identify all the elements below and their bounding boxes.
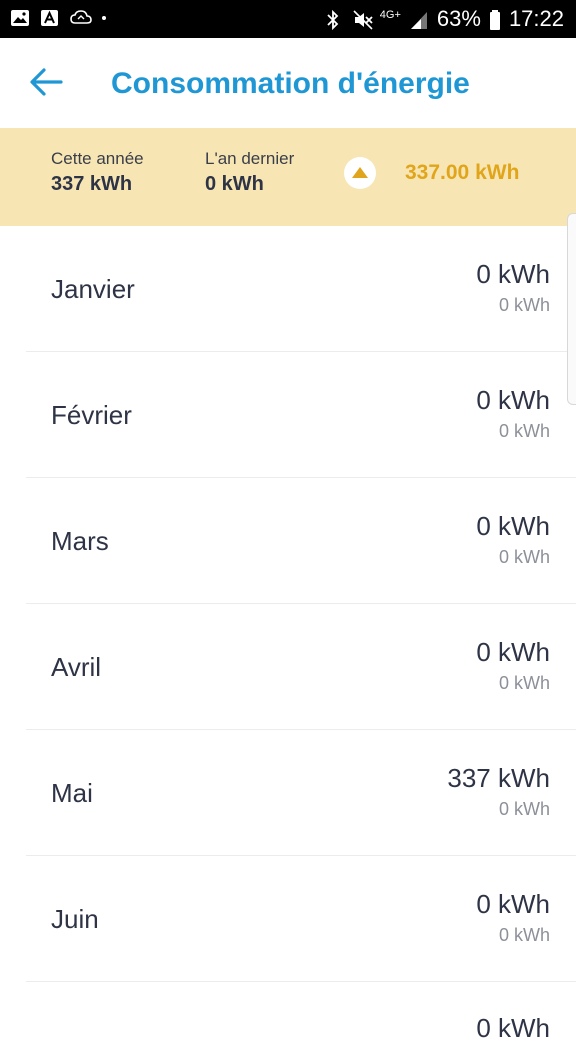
image-icon	[10, 8, 30, 28]
arrow-left-icon	[29, 67, 63, 102]
month-previous-value: 0 kWh	[498, 673, 550, 693]
this-year-label: Cette année	[51, 149, 144, 168]
a-icon	[40, 8, 60, 28]
month-name: Janvier	[51, 274, 135, 304]
month-value: 0 kWh	[476, 385, 550, 415]
month-value: 337 kWh	[447, 763, 550, 793]
month-previous-value: 0 kWh	[498, 799, 550, 819]
month-value: 0 kWh	[476, 511, 550, 541]
month-row-fevrier[interactable]: Février 0 kWh 0 kWh	[26, 352, 576, 478]
month-name: Juin	[51, 904, 99, 934]
month-name: Mai	[51, 778, 93, 808]
back-button[interactable]	[22, 60, 70, 108]
triangle-up-icon	[344, 157, 376, 189]
month-value: 0 kWh	[476, 637, 550, 667]
month-list: Janvier 0 kWh 0 kWh Février 0 kWh 0 kWh …	[0, 226, 576, 982]
last-year-value: 0 kWh	[205, 173, 264, 195]
status-bar: 4G+ 63% 17:22	[0, 0, 576, 38]
month-value: 0 kWh	[476, 259, 550, 289]
this-year-value: 337 kWh	[51, 173, 133, 195]
battery-percent: 63%	[436, 6, 481, 31]
month-previous-value: 0 kWh	[498, 547, 550, 567]
bluetooth-icon	[324, 9, 344, 31]
last-year-summary: L'an dernier 0 kWh	[205, 149, 294, 197]
difference-value: 337.00 kWh	[405, 161, 520, 184]
month-name: Février	[51, 400, 132, 430]
month-name: Mars	[51, 526, 109, 556]
signal-icon	[409, 9, 429, 29]
network-type: 4G+	[379, 9, 401, 21]
month-row-janvier[interactable]: Janvier 0 kWh 0 kWh	[26, 226, 576, 352]
month-row-juin[interactable]: Juin 0 kWh 0 kWh	[26, 856, 576, 982]
app-bar: Consommation d'énergie	[0, 38, 576, 128]
month-row-mars[interactable]: Mars 0 kWh 0 kWh	[26, 478, 576, 604]
dot-icon	[100, 8, 108, 28]
battery-icon	[489, 9, 501, 30]
last-year-label: L'an dernier	[205, 149, 295, 168]
month-name: Avril	[51, 652, 102, 682]
status-right: 4G+ 63% 17:22	[324, 6, 564, 32]
this-year-summary: Cette année 337 kWh	[51, 149, 144, 197]
month-row-avril[interactable]: Avril 0 kWh 0 kWh	[26, 604, 576, 730]
month-value: 0 kWh	[476, 889, 550, 919]
month-row-mai[interactable]: Mai 337 kWh 0 kWh	[26, 730, 576, 856]
page-title: Consommation d'énergie	[111, 67, 470, 100]
status-left-icons	[10, 8, 108, 28]
cloud-sync-icon	[70, 8, 92, 28]
edge-panel-handle[interactable]	[567, 213, 576, 405]
summary-banner: Cette année 337 kWh L'an dernier 0 kWh 3…	[0, 128, 576, 226]
month-previous-value: 0 kWh	[498, 295, 550, 315]
mute-icon	[352, 9, 373, 30]
month-previous-value: 0 kWh	[498, 925, 550, 945]
next-month-value-partial: 0 kWh	[476, 1013, 550, 1043]
clock: 17:22	[508, 6, 564, 31]
month-previous-value: 0 kWh	[498, 421, 550, 441]
